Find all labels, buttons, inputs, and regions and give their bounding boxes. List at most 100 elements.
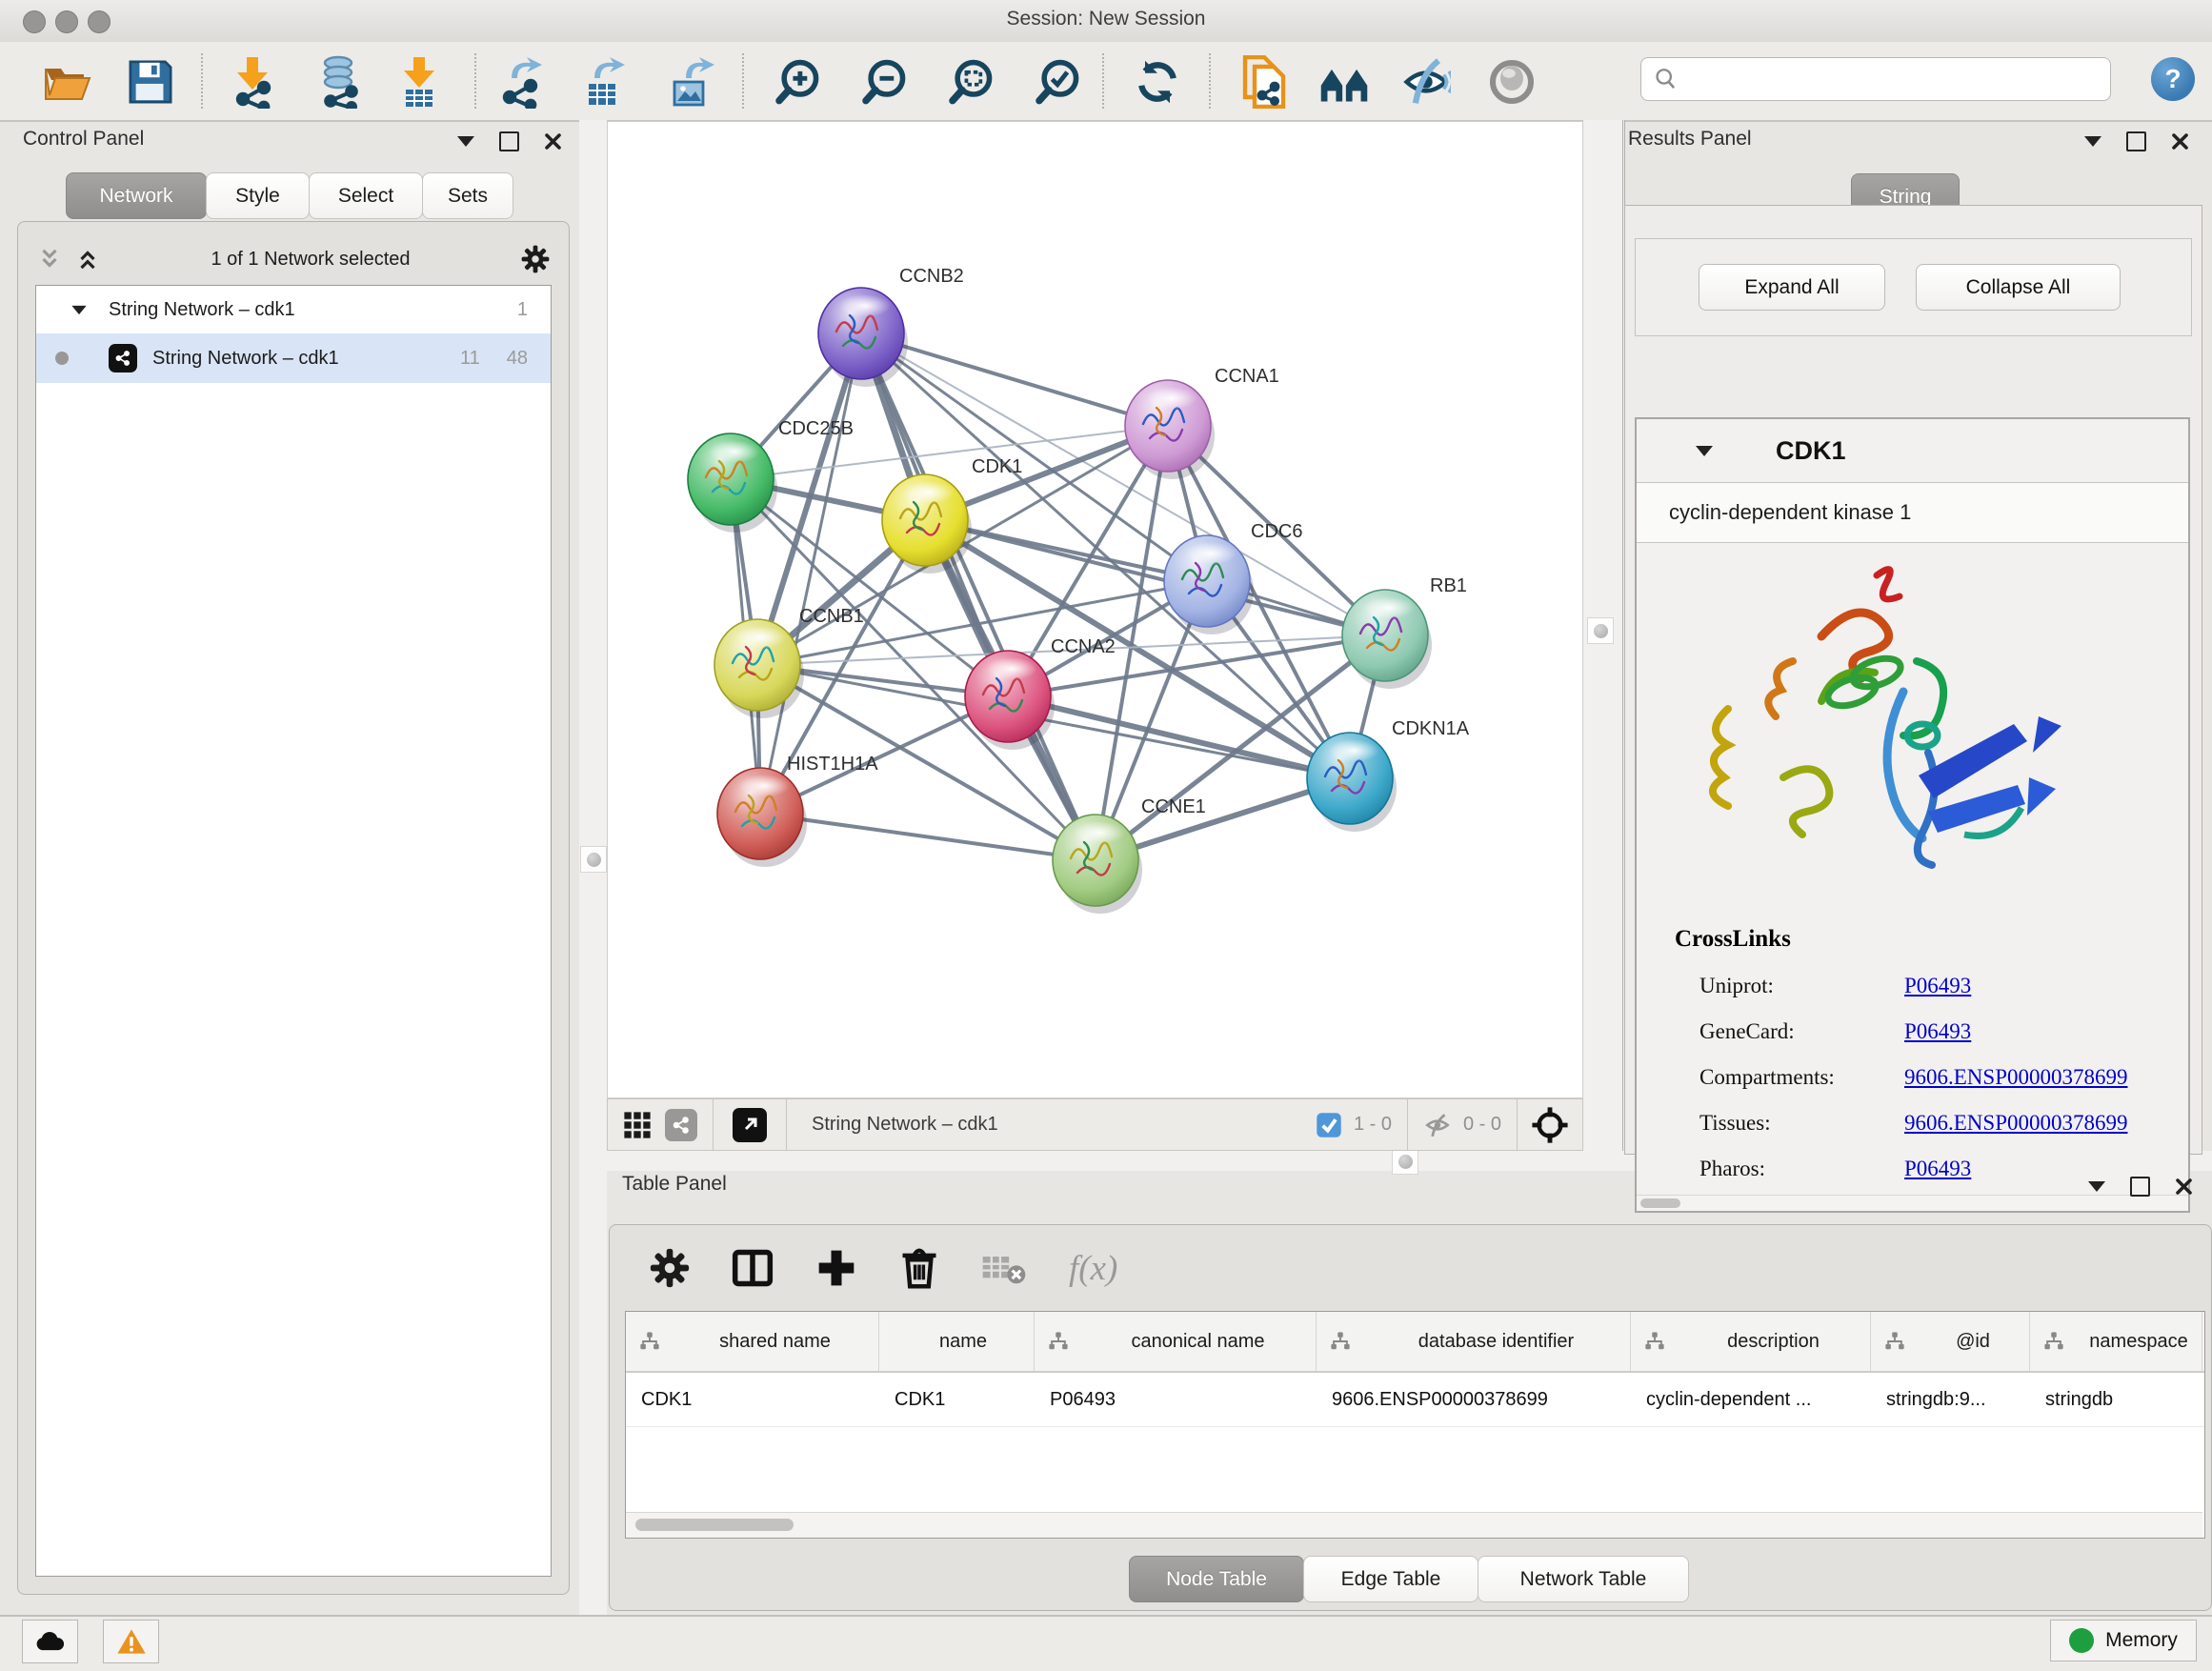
table-cell[interactable]: P06493 <box>1035 1373 1317 1426</box>
collapse-panel-icon[interactable] <box>2084 136 2101 147</box>
network-canvas[interactable]: CCNB2CCNA1CDC25BCDK1CDC6RB1CCNB1CCNA2CDK… <box>607 121 1583 1098</box>
network-node[interactable] <box>1342 590 1432 689</box>
zoom-fit-button[interactable] <box>941 55 1002 109</box>
open-in-new-window-icon[interactable] <box>733 1108 767 1142</box>
search-input[interactable] <box>1678 68 2110 91</box>
network-node[interactable] <box>882 474 972 574</box>
delete-column-trash-icon[interactable] <box>899 1246 939 1290</box>
table-cell[interactable]: stringdb:9... <box>1871 1373 2030 1426</box>
tab-style[interactable]: Style <box>206 172 310 219</box>
table-cell[interactable]: stringdb <box>2030 1373 2202 1426</box>
table-cell[interactable]: cyclin-dependent ... <box>1631 1373 1871 1426</box>
hide-selected-button[interactable] <box>1396 55 1457 109</box>
crosslink-value-link[interactable]: 9606.ENSP00000378699 <box>1904 1065 2128 1090</box>
column-header--id[interactable]: @id <box>1871 1312 2030 1371</box>
network-node[interactable] <box>688 433 777 533</box>
column-header-namespace[interactable]: namespace <box>2030 1312 2202 1371</box>
crosslink-value-link[interactable]: P06493 <box>1904 1019 1971 1044</box>
network-node[interactable] <box>717 768 807 867</box>
column-header-canonical-name[interactable]: canonical name <box>1035 1312 1317 1371</box>
network-from-file-button[interactable] <box>1232 55 1293 109</box>
network-edge[interactable] <box>925 520 1385 635</box>
close-panel-icon[interactable] <box>2175 1178 2193 1196</box>
zoom-selected-button[interactable] <box>1028 55 1089 109</box>
network-collection-row[interactable]: String Network – cdk1 1 <box>36 286 551 333</box>
network-edge[interactable] <box>861 333 1096 860</box>
hidden-eye-icon[interactable] <box>1423 1111 1452 1139</box>
float-panel-icon[interactable] <box>2126 131 2146 151</box>
help-button[interactable]: ? <box>2151 57 2195 101</box>
table-cell[interactable]: CDK1 <box>879 1373 1035 1426</box>
import-network-file-button[interactable] <box>222 55 283 109</box>
import-table-button[interactable] <box>389 55 450 109</box>
close-panel-icon[interactable] <box>2171 132 2189 151</box>
split-columns-icon[interactable] <box>732 1247 774 1289</box>
close-panel-icon[interactable] <box>544 132 562 151</box>
table-cell[interactable]: CDK1 <box>626 1373 879 1426</box>
cloud-status-button[interactable] <box>22 1620 78 1663</box>
collapse-all-button[interactable]: Collapse All <box>1916 264 2121 311</box>
birdseye-view-icon[interactable] <box>1531 1106 1569 1144</box>
network-edge[interactable] <box>760 333 861 814</box>
left-splitter-knob[interactable] <box>580 846 607 873</box>
first-neighbors-button[interactable] <box>1314 55 1375 109</box>
table-settings-gear-icon[interactable] <box>650 1248 690 1288</box>
table-cell[interactable]: 9606.ENSP00000378699 <box>1317 1373 1631 1426</box>
table-hscrollbar[interactable] <box>626 1512 2202 1538</box>
warning-status-button[interactable] <box>103 1620 159 1663</box>
table-hscroll-thumb[interactable] <box>635 1519 794 1531</box>
open-session-button[interactable] <box>36 55 97 109</box>
network-edge[interactable] <box>760 814 1096 860</box>
grid-view-icon[interactable] <box>623 1111 652 1139</box>
delete-table-icon[interactable] <box>981 1249 1027 1287</box>
float-panel-icon[interactable] <box>2130 1177 2150 1197</box>
node-label: CCNB2 <box>899 266 964 287</box>
add-column-icon[interactable] <box>815 1247 857 1289</box>
protein-expand-icon[interactable] <box>1696 446 1713 456</box>
share-view-icon[interactable] <box>665 1109 697 1141</box>
tab-edge-table[interactable]: Edge Table <box>1303 1556 1478 1602</box>
network-node[interactable] <box>1307 733 1397 832</box>
column-header-database-identifier[interactable]: database identifier <box>1317 1312 1631 1371</box>
column-header-description[interactable]: description <box>1631 1312 1871 1371</box>
expand-all-chevron-icon[interactable] <box>75 247 100 272</box>
network-node[interactable] <box>965 651 1055 750</box>
column-header-name[interactable]: name <box>879 1312 1035 1371</box>
zoom-in-button[interactable] <box>768 55 829 109</box>
zoom-out-button[interactable] <box>855 55 915 109</box>
table-row[interactable]: CDK1CDK1P064939606.ENSP00000378699cyclin… <box>626 1373 2204 1427</box>
column-header-shared-name[interactable]: shared name <box>626 1312 879 1371</box>
tab-network-table[interactable]: Network Table <box>1478 1556 1689 1602</box>
export-table-button[interactable] <box>573 55 634 109</box>
show-graphics-details-button[interactable] <box>1481 55 1542 109</box>
collection-expand-icon[interactable] <box>71 305 86 313</box>
expand-all-button[interactable]: Expand All <box>1699 264 1885 311</box>
export-image-button[interactable] <box>661 55 722 109</box>
float-panel-icon[interactable] <box>499 131 519 151</box>
collapse-all-chevron-icon[interactable] <box>37 247 62 272</box>
collapse-panel-icon[interactable] <box>457 136 474 147</box>
export-network-button[interactable] <box>491 55 552 109</box>
network-node[interactable] <box>818 288 908 387</box>
protein-header[interactable]: CDK1 <box>1637 419 2188 483</box>
crosslink-value-link[interactable]: P06493 <box>1904 974 1971 998</box>
tab-node-table[interactable]: Node Table <box>1129 1556 1304 1602</box>
right-splitter[interactable] <box>1583 120 1625 1171</box>
tab-sets[interactable]: Sets <box>422 172 513 219</box>
network-node[interactable] <box>1125 380 1215 479</box>
gear-icon[interactable] <box>521 245 550 273</box>
crosslink-value-link[interactable]: 9606.ENSP00000378699 <box>1904 1111 2128 1136</box>
network-row-selected[interactable]: String Network – cdk1 11 48 <box>36 333 551 383</box>
save-session-button[interactable] <box>120 55 181 109</box>
tab-network[interactable]: Network <box>66 172 207 219</box>
left-splitter[interactable] <box>579 120 607 1615</box>
import-database-button[interactable] <box>310 55 371 109</box>
collapse-panel-icon[interactable] <box>2088 1181 2105 1192</box>
network-node[interactable] <box>1053 815 1142 914</box>
memory-button[interactable]: Memory <box>2050 1620 2197 1661</box>
tab-select[interactable]: Select <box>309 172 423 219</box>
refresh-view-button[interactable] <box>1127 55 1188 109</box>
selected-checkbox-icon[interactable] <box>1316 1112 1342 1138</box>
right-splitter-knob[interactable] <box>1587 617 1614 644</box>
apply-function-icon[interactable]: f(x) <box>1069 1248 1117 1289</box>
